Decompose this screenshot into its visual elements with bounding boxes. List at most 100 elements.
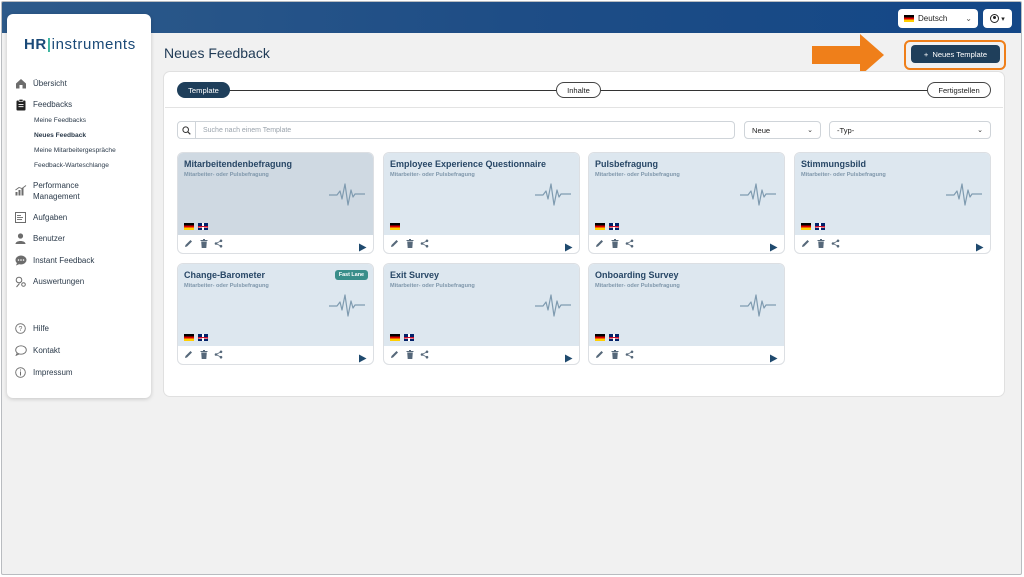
pulse-wave-icon: [740, 292, 776, 323]
sidebar-item-aufgaben[interactable]: Aufgaben: [14, 211, 67, 224]
template-search[interactable]: Suche nach einem Template: [177, 121, 735, 139]
language-select[interactable]: Deutsch ⌄: [898, 9, 978, 28]
flag-uk-icon: [198, 223, 208, 230]
sidebar-item-kontakt[interactable]: Kontakt: [14, 344, 60, 357]
play-icon[interactable]: [769, 239, 778, 252]
sidebar-item-label-line1: Performance: [33, 181, 79, 190]
sidebar-item-label: Aufgaben: [33, 213, 68, 222]
template-card-subtitle: Mitarbeiter- oder Pulsbefragung: [595, 172, 680, 178]
template-card-title: Exit Survey: [390, 270, 440, 280]
template-card-actions: [801, 239, 840, 248]
play-icon[interactable]: [769, 350, 778, 363]
share-icon[interactable]: [625, 350, 634, 359]
svg-text:?: ?: [19, 326, 23, 333]
trash-icon[interactable]: [405, 239, 414, 248]
stepper-line: [224, 90, 990, 91]
step-fertigstellen[interactable]: Fertigstellen: [927, 82, 991, 98]
flag-de-icon: [801, 223, 811, 230]
sidebar-item-hilfe[interactable]: ? Hilfe: [14, 322, 49, 335]
template-card-subtitle: Mitarbeiter- oder Pulsbefragung: [390, 283, 475, 289]
share-icon[interactable]: [420, 239, 429, 248]
new-template-button[interactable]: + Neues Template: [911, 45, 1000, 63]
edit-pencil-icon[interactable]: [184, 239, 193, 248]
sidebar-item-impressum[interactable]: Impressum: [14, 366, 73, 379]
logo-part-instruments: instruments: [51, 36, 136, 53]
language-flags: [595, 334, 619, 341]
sidebar-item-label: Auswertungen: [33, 277, 85, 286]
play-icon[interactable]: [564, 350, 573, 363]
pulse-wave-icon: [329, 181, 365, 212]
sidebar-item-uebersicht[interactable]: Übersicht: [14, 77, 67, 90]
share-icon[interactable]: [625, 239, 634, 248]
step-template[interactable]: Template: [177, 82, 230, 98]
sort-select[interactable]: Neue ⌄: [744, 121, 821, 139]
flag-de-icon: [904, 15, 914, 22]
flag-uk-icon: [609, 223, 619, 230]
template-card[interactable]: Pulsbefragung Mitarbeiter- oder Pulsbefra…: [588, 152, 785, 254]
play-icon[interactable]: [975, 239, 984, 252]
sidebar-subitem-neues-feedback[interactable]: Neues Feedback: [34, 132, 86, 139]
edit-pencil-icon[interactable]: [595, 350, 604, 359]
edit-pencil-icon[interactable]: [390, 350, 399, 359]
sidebar-subitem-meine-feedbacks[interactable]: Meine Feedbacks: [34, 117, 86, 124]
template-card[interactable]: Stimmungsbild Mitarbeiter- oder Pulsbefra…: [794, 152, 991, 254]
user-circle-icon: [990, 14, 1000, 23]
template-card[interactable]: Change-Barometer Mitarbeiter- oder Pulsbe…: [177, 263, 374, 365]
share-icon[interactable]: [214, 239, 223, 248]
template-card-actions: [390, 239, 429, 248]
trash-icon[interactable]: [610, 350, 619, 359]
sidebar-item-label: Übersicht: [33, 79, 67, 88]
sidebar-item-label-line2: Management: [33, 192, 80, 201]
logo[interactable]: HR|instruments: [24, 36, 136, 53]
user-menu-button[interactable]: ▾: [983, 9, 1012, 28]
pulse-wave-icon: [535, 181, 571, 212]
template-card-subtitle: Mitarbeiter- oder Pulsbefragung: [184, 172, 269, 178]
sidebar-item-auswertungen[interactable]: Auswertungen: [14, 275, 84, 288]
sidebar-subitem-mitarbeitergespraeche[interactable]: Meine Mitarbeitergespräche: [34, 147, 116, 154]
clipboard-icon: [14, 98, 27, 111]
sidebar-item-benutzer[interactable]: Benutzer: [14, 232, 65, 245]
chevron-down-icon: ⌄: [977, 127, 983, 134]
share-icon[interactable]: [214, 350, 223, 359]
sidebar-item-feedbacks[interactable]: Feedbacks: [14, 98, 72, 111]
trash-icon[interactable]: [199, 239, 208, 248]
edit-pencil-icon[interactable]: [595, 239, 604, 248]
template-card[interactable]: Onboarding Survey Mitarbeiter- oder Pulsb…: [588, 263, 785, 365]
type-select[interactable]: -Typ- ⌄: [829, 121, 991, 139]
share-icon[interactable]: [831, 239, 840, 248]
type-select-value: -Typ-: [837, 125, 855, 135]
template-card[interactable]: Exit Survey Mitarbeiter- oder Pulsbefragu…: [383, 263, 580, 365]
chat-bubble-icon: [14, 254, 27, 267]
play-icon[interactable]: [564, 239, 573, 252]
contact-bubble-icon: [14, 344, 27, 357]
search-icon: [178, 122, 196, 138]
trash-icon[interactable]: [405, 350, 414, 359]
language-flags: [595, 223, 619, 230]
trash-icon[interactable]: [610, 239, 619, 248]
share-icon[interactable]: [420, 350, 429, 359]
template-card-title: Stimmungsbild: [801, 159, 866, 169]
play-icon[interactable]: [358, 239, 367, 252]
sidebar-item-performance-management[interactable]: Performance Management: [14, 180, 80, 202]
flag-de-icon: [390, 334, 400, 341]
sidebar-item-instant-feedback[interactable]: Instant Feedback: [14, 254, 94, 267]
flag-uk-icon: [815, 223, 825, 230]
help-icon: ?: [14, 322, 27, 335]
play-icon[interactable]: [358, 350, 367, 363]
highlight-arrow-icon: [812, 34, 884, 76]
sidebar-subitem-warteschlange[interactable]: Feedback-Warteschlange: [34, 162, 109, 169]
edit-pencil-icon[interactable]: [390, 239, 399, 248]
language-label: Deutsch: [918, 14, 948, 23]
search-input[interactable]: Suche nach einem Template: [196, 127, 291, 134]
trash-icon[interactable]: [816, 239, 825, 248]
sidebar: HR|instruments: [7, 14, 151, 398]
template-card-title: Mitarbeitendenbefragung: [184, 159, 293, 169]
template-card[interactable]: Employee Experience Questionnaire Mitarbe…: [383, 152, 580, 254]
step-inhalte[interactable]: Inhalte: [556, 82, 601, 98]
edit-pencil-icon[interactable]: [801, 239, 810, 248]
trash-icon[interactable]: [199, 350, 208, 359]
language-flags: [801, 223, 825, 230]
template-card-actions: [390, 350, 429, 359]
edit-pencil-icon[interactable]: [184, 350, 193, 359]
template-card[interactable]: Mitarbeitendenbefragung Mitarbeiter- oder…: [177, 152, 374, 254]
